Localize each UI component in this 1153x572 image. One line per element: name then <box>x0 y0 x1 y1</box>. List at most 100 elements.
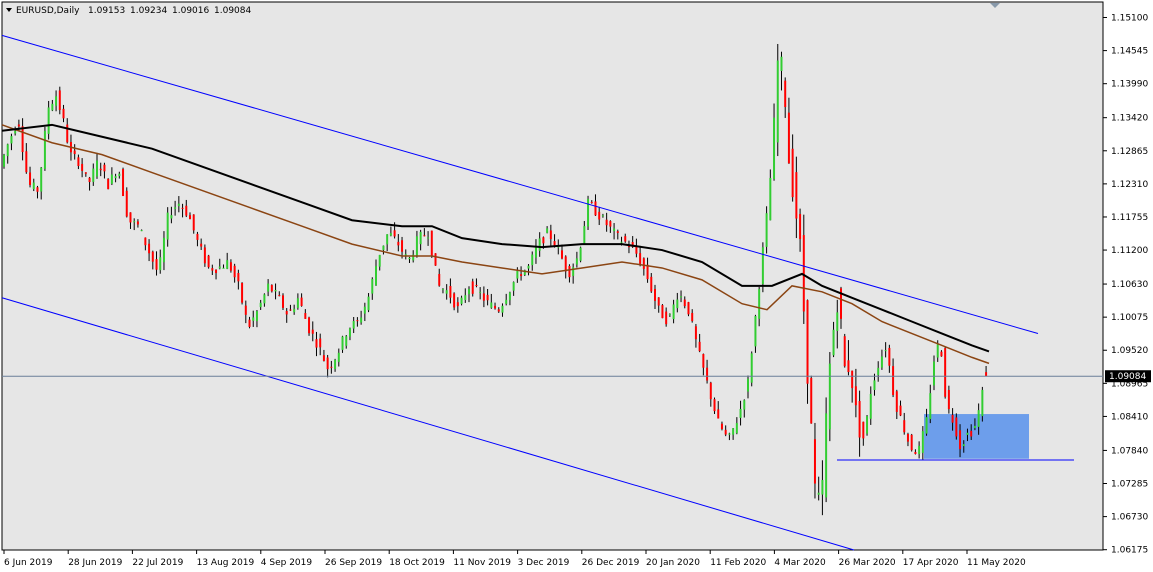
candle-bearish <box>702 354 705 368</box>
candle-bullish <box>274 289 277 292</box>
date-tick-label: 3 Dec 2019 <box>518 558 570 568</box>
candle-bearish <box>594 201 597 216</box>
candle-bullish <box>601 215 604 217</box>
candle-bearish <box>103 164 106 172</box>
candle-bullish <box>747 378 749 392</box>
candle-bearish <box>356 320 359 322</box>
candle-bullish <box>334 359 337 370</box>
candle-bullish <box>460 297 463 304</box>
price-tick-label: 1.07285 <box>1111 480 1148 490</box>
candle-bearish <box>717 409 720 419</box>
candle-bearish <box>203 247 206 264</box>
candle-bearish <box>322 355 325 361</box>
candle-bearish <box>609 221 612 227</box>
candle-bearish <box>486 294 489 301</box>
candle-bearish <box>955 417 958 437</box>
candle-bullish <box>728 433 731 435</box>
candle-bearish <box>951 414 954 423</box>
price-chart[interactable]: 1.15100 1.14545 1.13990 1.13420 1.12865 1.123… <box>0 0 1153 572</box>
candle-bullish <box>773 117 776 180</box>
candle-bearish <box>129 212 132 223</box>
candle-bearish <box>88 177 91 183</box>
candle-bearish <box>687 302 690 315</box>
candle-bearish <box>430 230 433 257</box>
candle-bearish <box>709 382 712 400</box>
candle-bearish <box>21 126 24 153</box>
candle-bearish <box>947 389 950 410</box>
candle-bullish <box>743 400 746 410</box>
candle-bullish <box>296 298 299 308</box>
candle-bearish <box>200 243 203 247</box>
plot-area[interactable] <box>1 1 1104 551</box>
candle-bearish <box>456 302 459 307</box>
candle-bullish <box>419 231 422 245</box>
candle-bullish <box>468 288 470 295</box>
candle-bullish <box>267 283 270 292</box>
candle-bearish <box>799 214 802 240</box>
candle-bullish <box>386 234 389 245</box>
candle-bullish <box>880 356 883 368</box>
price-tick-label: 1.15100 <box>1111 14 1148 24</box>
price-tick-label: 1.13420 <box>1111 114 1148 124</box>
candle-bearish <box>393 230 396 237</box>
chart-window[interactable]: 1.15100 1.14545 1.13990 1.13420 1.12865 1.123… <box>0 0 1153 572</box>
candle-bullish <box>534 246 537 258</box>
candle-bearish <box>311 329 314 334</box>
candle-bearish <box>315 339 318 348</box>
candle-bullish <box>750 353 753 383</box>
candle-bearish <box>73 150 76 155</box>
date-tick-label: 11 Nov 2019 <box>453 558 511 568</box>
candle-bearish <box>639 253 642 264</box>
candle-bullish <box>769 177 772 221</box>
ohlc-high: 1.09234 <box>130 6 167 16</box>
candle-bearish <box>471 281 474 294</box>
price-tick-label: 1.10630 <box>1111 280 1148 290</box>
price-tick-label: 1.12310 <box>1111 180 1148 190</box>
candle-bearish <box>970 430 973 437</box>
candle-bullish <box>348 328 351 337</box>
candle-bullish <box>936 344 939 358</box>
candle-bullish <box>352 320 355 329</box>
date-tick-label: 6 Jun 2019 <box>4 558 53 568</box>
candle-bullish <box>40 167 43 192</box>
candle-bullish <box>832 329 835 356</box>
candle-bearish <box>665 311 668 325</box>
candle-bearish <box>810 377 813 424</box>
candle-bullish <box>981 389 984 417</box>
candle-bearish <box>691 312 694 322</box>
candle-bearish <box>215 269 218 274</box>
candle-bearish <box>278 295 281 297</box>
candle-bullish <box>579 247 582 261</box>
candle-bullish <box>445 290 448 294</box>
candle-bullish <box>114 176 117 179</box>
candle-bearish <box>724 429 727 435</box>
candle-bearish <box>903 420 906 433</box>
candle-bearish <box>453 293 456 308</box>
candle-bullish <box>360 317 363 323</box>
candle-bearish <box>906 433 909 442</box>
candle-bearish <box>211 268 214 271</box>
price-tick-label: 1.06730 <box>1111 513 1148 523</box>
candle-bearish <box>181 207 184 209</box>
candle-bearish <box>233 265 236 278</box>
price-tick-label: 1.13990 <box>1111 80 1148 90</box>
candle-bearish <box>642 258 645 269</box>
candle-bearish <box>241 282 244 303</box>
candle-bearish <box>17 124 20 127</box>
candle-bullish <box>96 160 98 177</box>
date-tick-label: 28 Jun 2019 <box>68 558 122 568</box>
candle-bearish <box>66 124 69 143</box>
candle-bullish <box>162 237 165 263</box>
candle-bearish <box>787 112 790 164</box>
candle-bearish <box>248 319 251 327</box>
ohlc-low: 1.09016 <box>172 6 209 16</box>
candle-bearish <box>784 80 787 108</box>
candle-bearish <box>62 108 65 119</box>
candle-bullish <box>925 417 928 434</box>
candle-bullish <box>226 260 229 269</box>
price-tick-label: 1.11755 <box>1111 213 1148 223</box>
candle-bullish <box>464 295 467 300</box>
demand-zone-rectangle[interactable] <box>924 414 1029 459</box>
candle-bullish <box>817 492 820 495</box>
candle-bearish <box>122 169 125 197</box>
